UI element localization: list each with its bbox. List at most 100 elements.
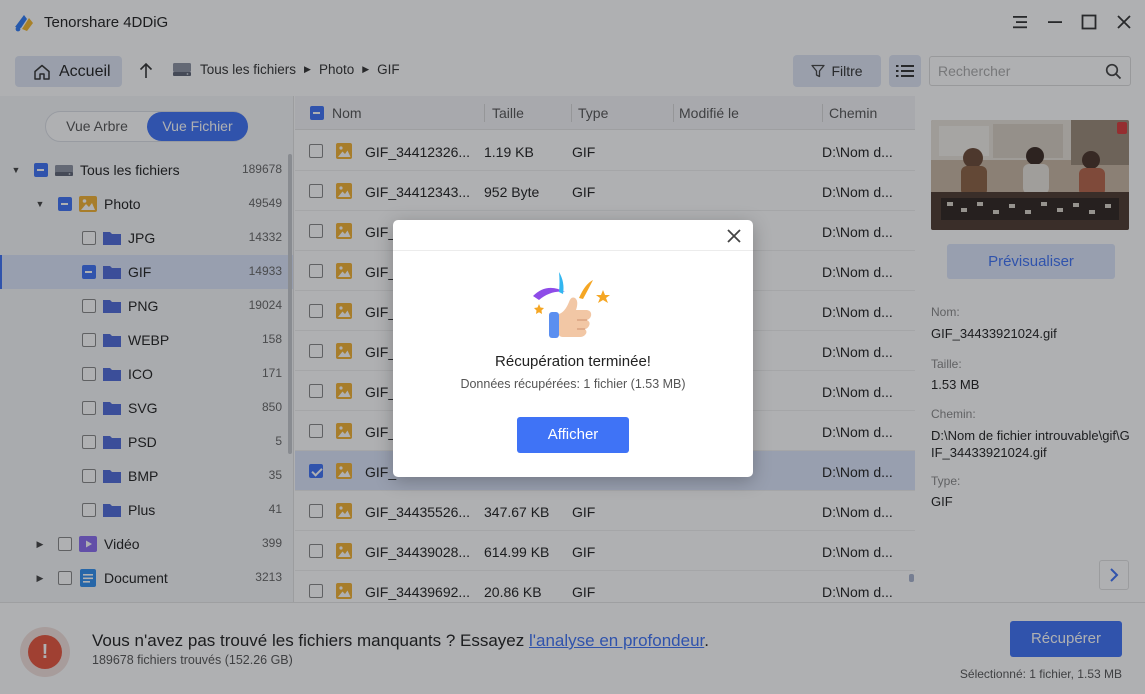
tab-tree-view[interactable]: Vue Arbre [46,112,148,141]
select-all-checkbox[interactable] [310,106,324,120]
checkbox[interactable] [58,197,72,211]
checkbox[interactable] [82,503,96,517]
app-logo-icon [15,15,33,32]
column-divider [822,104,823,122]
close-window-icon[interactable] [1112,10,1136,34]
table-row[interactable]: GIF_34439692... 20.86 KB GIF D:\Nom d... [295,571,915,602]
tree-item-document[interactable]: ▶ Document 3213 [0,561,293,595]
recover-button[interactable]: Récupérer [1010,621,1122,657]
row-checkbox[interactable] [309,504,323,518]
sidebar-scrollbar[interactable] [288,154,292,454]
column-header-name[interactable]: Nom [332,105,362,121]
table-row[interactable]: GIF_34435526... 347.67 KB GIF D:\Nom d..… [295,491,915,531]
home-icon [34,64,50,80]
row-checkbox[interactable] [309,544,323,558]
breadcrumb-separator-icon: ▶ [362,63,370,74]
tree-item-psd[interactable]: PSD 5 [0,425,293,459]
row-checkbox[interactable] [309,144,323,158]
column-header-modified[interactable]: Modifié le [679,105,739,121]
breadcrumb-item[interactable]: Tous les fichiers [200,62,296,77]
folder-tree: ▼ Tous les fichiers 189678 ▼ Photo 49549… [0,153,293,595]
next-button[interactable] [1099,560,1129,590]
filter-button[interactable]: Filtre [793,55,881,87]
tree-item-count: 3213 [255,570,282,584]
dialog-subtitle: Données récupérées: 1 fichier (1.53 MB) [460,377,686,391]
checkbox[interactable] [34,163,48,177]
tab-file-view[interactable]: Vue Fichier [147,112,248,141]
files-found-text: 189678 fichiers trouvés (152.26 GB) [92,653,293,667]
file-type: GIF [572,504,596,520]
maximize-icon[interactable] [1077,10,1101,34]
row-checkbox[interactable] [309,584,323,598]
menu-icon[interactable] [1008,10,1032,34]
minimize-icon[interactable] [1043,10,1067,34]
tree-item-bmp[interactable]: BMP 35 [0,459,293,493]
tree-item-plus[interactable]: Plus 41 [0,493,293,527]
breadcrumb-item[interactable]: GIF [377,62,400,77]
checkbox[interactable] [82,231,96,245]
warning-icon: ! [20,627,70,677]
tree-item-svg[interactable]: SVG 850 [0,391,293,425]
folder-icon [103,436,121,449]
tree-item-webp[interactable]: WEBP 158 [0,323,293,357]
video-icon [79,536,97,552]
breadcrumb-item[interactable]: Photo [319,62,354,77]
collapse-arrow-icon[interactable]: ▶ [35,573,45,584]
checkbox[interactable] [58,571,72,585]
checkbox[interactable] [82,401,96,415]
checkbox[interactable] [82,469,96,483]
checkbox[interactable] [82,265,96,279]
tree-item-png[interactable]: PNG 19024 [0,289,293,323]
table-row[interactable]: GIF_34412326... 1.19 KB GIF D:\Nom d... [295,131,915,171]
search-icon[interactable] [1105,63,1122,80]
row-checkbox[interactable] [309,184,323,198]
deep-scan-prefix: Vous n'avez pas trouvé les fichiers manq… [92,631,529,650]
row-checkbox[interactable] [309,264,323,278]
meta-name-label: Nom: [931,305,960,319]
file-name: GIF_34435526... [365,504,471,520]
collapse-arrow-icon[interactable]: ▶ [35,539,45,550]
close-icon[interactable] [725,227,743,245]
list-view-button[interactable] [889,55,921,87]
tree-item-photo[interactable]: ▼ Photo 49549 [0,187,293,221]
checkbox[interactable] [82,367,96,381]
row-checkbox[interactable] [309,384,323,398]
row-checkbox[interactable] [309,464,323,478]
show-button[interactable]: Afficher [517,417,629,453]
preview-button[interactable]: Prévisualiser [947,244,1115,279]
column-header-path[interactable]: Chemin [829,105,877,121]
home-button[interactable]: Accueil [15,56,122,87]
up-arrow-icon[interactable] [136,59,156,83]
meta-size-value: 1.53 MB [931,377,980,392]
table-row[interactable]: GIF_34439028... 614.99 KB GIF D:\Nom d..… [295,531,915,571]
toolbar: Accueil Tous les fichiers ▶ Photo ▶ GIF … [0,44,1145,96]
tree-item-ico[interactable]: ICO 171 [0,357,293,391]
folder-icon [103,300,121,313]
row-checkbox[interactable] [309,304,323,318]
row-checkbox[interactable] [309,424,323,438]
tree-item-label: PSD [128,434,157,450]
file-list-scrollbar[interactable] [909,574,914,582]
row-checkbox[interactable] [309,344,323,358]
expand-arrow-icon[interactable]: ▼ [11,165,21,175]
file-type: GIF [572,584,596,600]
expand-arrow-icon[interactable]: ▼ [35,199,45,209]
tree-item-gif[interactable]: GIF 14933 [0,255,293,289]
row-checkbox[interactable] [309,224,323,238]
column-header-size[interactable]: Taille [492,105,524,121]
table-row[interactable]: GIF_34412343... 952 Byte GIF D:\Nom d... [295,171,915,211]
tree-item-video[interactable]: ▶ Vidéo 399 [0,527,293,561]
checkbox[interactable] [82,333,96,347]
checkbox[interactable] [82,299,96,313]
checkbox[interactable] [82,435,96,449]
image-file-icon [336,303,352,319]
deep-scan-link[interactable]: l'analyse en profondeur [529,631,704,650]
search-input[interactable] [930,57,1090,85]
column-header-type[interactable]: Type [578,105,608,121]
tree-item-all-files[interactable]: ▼ Tous les fichiers 189678 [0,153,293,187]
file-size: 347.67 KB [484,504,550,520]
file-name: GIF_34412343... [365,184,471,200]
tree-item-jpg[interactable]: JPG 14332 [0,221,293,255]
checkbox[interactable] [58,537,72,551]
tree-item-label: GIF [128,264,152,280]
